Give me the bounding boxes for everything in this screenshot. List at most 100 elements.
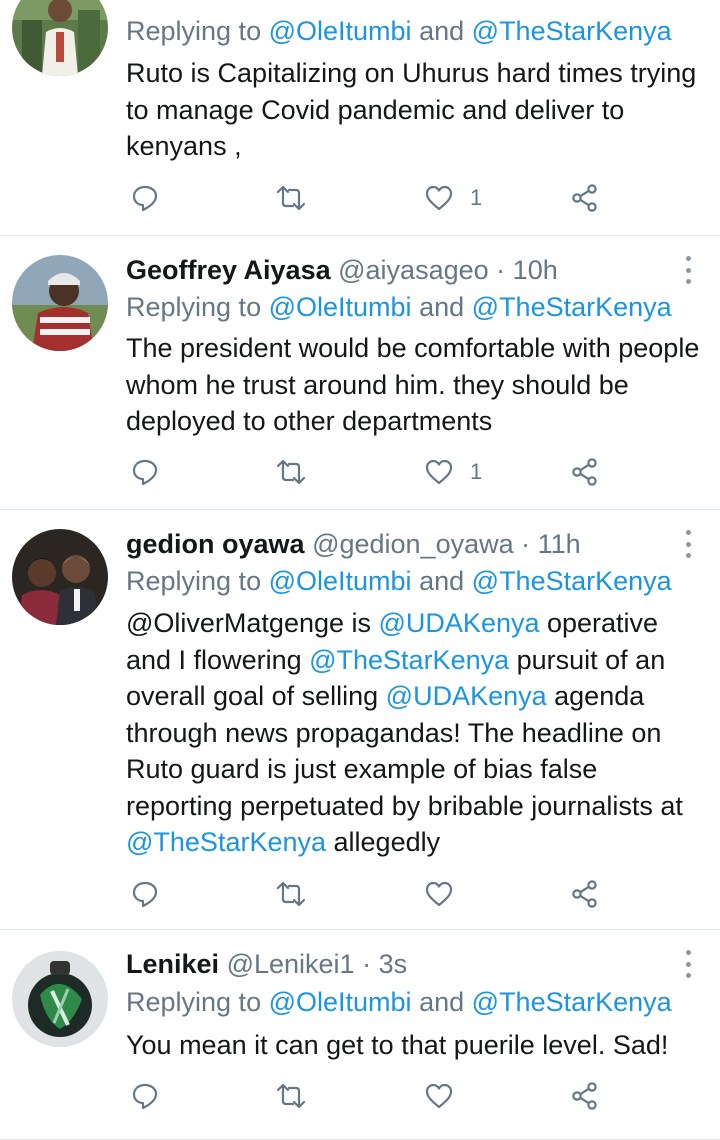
author-handle[interactable]: @aiyasageo (338, 255, 489, 285)
heart-icon (424, 1081, 454, 1111)
mention-link[interactable]: @OleItumbi (269, 987, 412, 1017)
mention-link[interactable]: @OleItumbi (269, 292, 412, 322)
author-name[interactable]: Lenikei (126, 949, 219, 979)
share-icon (570, 1081, 600, 1111)
mention-link[interactable]: @TheStarKenya (126, 827, 326, 857)
replying-and: and (419, 292, 465, 322)
more-vertical-icon[interactable] (684, 256, 692, 284)
tweet-text: You mean it can get to that puerile leve… (126, 1030, 669, 1060)
like-button[interactable]: 1 (424, 452, 482, 492)
tweet-header: Lenikei @Lenikei1 · 3s (126, 948, 407, 980)
heart-icon (424, 183, 454, 213)
like-count: 1 (470, 185, 483, 210)
tweet-card[interactable]: Lenikei @Lenikei1 · 3s Replying to @OleI… (0, 930, 720, 1140)
avatar-image (12, 255, 108, 351)
replying-label: Replying to (126, 16, 262, 46)
reply-icon (130, 879, 160, 909)
avatar-image (12, 951, 108, 1047)
tweet-header: gedion oyawa @gedion_oyawa · 11h (126, 528, 581, 560)
tweet-text: The president would be comfortable with … (126, 333, 700, 436)
reply-button[interactable] (130, 452, 160, 492)
reply-button[interactable] (130, 874, 160, 914)
mention-link[interactable]: @TheStarKenya (309, 645, 509, 675)
replying-to: Replying to @OleItumbi and @TheStarKenya (126, 564, 672, 598)
replying-to: Replying to @OleItumbi and @TheStarKenya (126, 14, 672, 48)
replying-to: Replying to @OleItumbi and @TheStarKenya (126, 290, 672, 324)
retweet-icon (276, 457, 306, 487)
retweet-button[interactable] (276, 178, 306, 218)
author-handle[interactable]: @gedion_oyawa (312, 529, 514, 559)
retweet-button[interactable] (276, 452, 306, 492)
mention-link[interactable]: @TheStarKenya (472, 987, 672, 1017)
replying-and: and (419, 566, 465, 596)
tweet-actions (0, 1076, 720, 1116)
timestamp[interactable]: 11h (538, 529, 581, 559)
share-icon (570, 457, 600, 487)
tweet-card[interactable]: Geoffrey Aiyasa @aiyasageo · 10h Replyin… (0, 236, 720, 510)
tweet-body: You mean it can get to that puerile leve… (126, 1027, 706, 1064)
replying-and: and (419, 987, 465, 1017)
separator-dot: · (521, 529, 531, 559)
more-vertical-icon[interactable] (684, 530, 692, 558)
tweet-card[interactable]: gedion oyawa @gedion_oyawa · 11h Replyin… (0, 510, 720, 930)
retweet-icon (276, 879, 306, 909)
tweet-text: @OliverMatgenge is (126, 608, 379, 638)
tweet-body: @OliverMatgenge is @UDAKenya operative a… (126, 605, 706, 861)
tweet-body: The president would be comfortable with … (126, 330, 706, 440)
like-count: 1 (470, 459, 483, 484)
author-name[interactable]: gedion oyawa (126, 529, 305, 559)
reply-icon (130, 183, 160, 213)
retweet-button[interactable] (276, 1076, 306, 1116)
retweet-icon (276, 1081, 306, 1111)
mention-link[interactable]: @TheStarKenya (472, 16, 672, 46)
mention-link[interactable]: @UDAKenya (386, 681, 547, 711)
tweet-text: allegedly (326, 827, 441, 857)
author-handle[interactable]: @Lenikei1 (227, 949, 355, 979)
replying-label: Replying to (126, 292, 262, 322)
separator-dot: · (496, 255, 506, 285)
tweet-card[interactable]: Replying to @OleItumbi and @TheStarKenya… (0, 0, 720, 236)
heart-icon (424, 879, 454, 909)
tweet-actions (0, 874, 720, 914)
mention-link[interactable]: @TheStarKenya (472, 566, 672, 596)
tweet-header: Geoffrey Aiyasa @aiyasageo · 10h (126, 254, 558, 286)
mention-link[interactable]: @UDAKenya (379, 608, 540, 638)
like-button[interactable] (424, 1076, 470, 1116)
reply-button[interactable] (130, 178, 160, 218)
more-vertical-icon[interactable] (684, 950, 692, 978)
reply-button[interactable] (130, 1076, 160, 1116)
reply-icon (130, 1081, 160, 1111)
replying-label: Replying to (126, 566, 262, 596)
share-icon (570, 183, 600, 213)
timestamp[interactable]: 10h (513, 255, 558, 285)
tweet-actions: 1 (0, 178, 720, 218)
like-button[interactable]: 1 (424, 178, 482, 218)
avatar[interactable] (12, 255, 108, 351)
replying-label: Replying to (126, 987, 262, 1017)
separator-dot: · (362, 949, 372, 979)
avatar-image (12, 0, 108, 76)
replying-to: Replying to @OleItumbi and @TheStarKenya (126, 985, 672, 1019)
mention-link[interactable]: @OleItumbi (269, 566, 412, 596)
tweet-text: Ruto is Capitalizing on Uhurus hard time… (126, 58, 697, 161)
heart-icon (424, 457, 454, 487)
avatar[interactable] (12, 0, 108, 76)
tweet-body: Ruto is Capitalizing on Uhurus hard time… (126, 55, 706, 165)
timestamp[interactable]: 3s (379, 949, 408, 979)
share-button[interactable] (570, 178, 600, 218)
like-button[interactable] (424, 874, 470, 914)
reply-icon (130, 457, 160, 487)
retweet-icon (276, 183, 306, 213)
mention-link[interactable]: @TheStarKenya (472, 292, 672, 322)
avatar[interactable] (12, 529, 108, 625)
author-name[interactable]: Geoffrey Aiyasa (126, 255, 331, 285)
replying-and: and (419, 16, 465, 46)
avatar[interactable] (12, 951, 108, 1047)
tweet-actions: 1 (0, 452, 720, 492)
retweet-button[interactable] (276, 874, 306, 914)
mention-link[interactable]: @OleItumbi (269, 16, 412, 46)
share-button[interactable] (570, 1076, 600, 1116)
share-button[interactable] (570, 874, 600, 914)
share-button[interactable] (570, 452, 600, 492)
avatar-image (12, 529, 108, 625)
